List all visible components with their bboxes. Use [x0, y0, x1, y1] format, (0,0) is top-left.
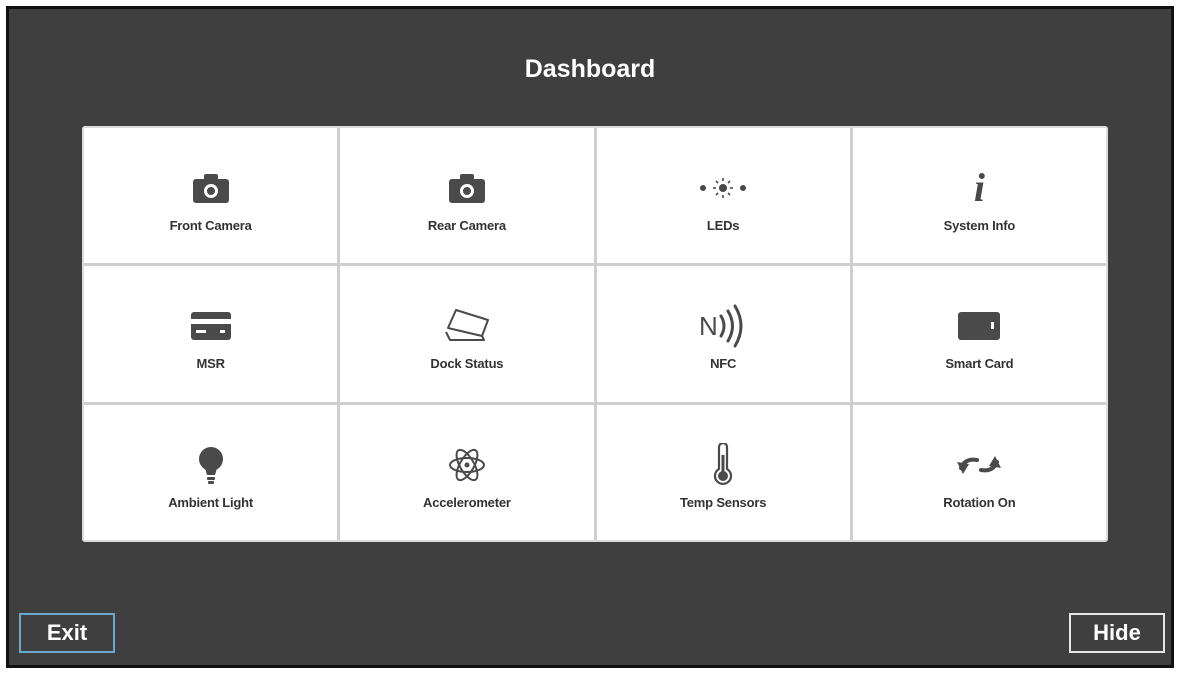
tile-nfc[interactable]: N NFC: [596, 266, 850, 402]
tile-ambient-light[interactable]: Ambient Light: [84, 404, 338, 540]
tile-leds[interactable]: LEDs: [596, 128, 850, 264]
tile-label: NFC: [710, 356, 737, 372]
nfc-icon: N: [697, 304, 749, 348]
smart-card-icon: [956, 306, 1002, 346]
dashboard-window: Dashboard Front Camera Rear Camera LEDs …: [6, 6, 1174, 668]
hide-button[interactable]: Hide: [1069, 613, 1165, 653]
tile-label: Smart Card: [945, 356, 1014, 372]
tile-label: MSR: [196, 356, 225, 372]
tile-label: LEDs: [706, 218, 740, 234]
tile-label: Accelerometer: [423, 494, 511, 510]
tile-label: Rear Camera: [427, 218, 506, 234]
info-icon: i: [973, 165, 985, 211]
led-icon: [697, 168, 749, 208]
tile-dock-status[interactable]: Dock Status: [340, 266, 594, 402]
svg-text:N: N: [699, 311, 718, 341]
tile-system-info[interactable]: i System Info: [852, 128, 1106, 264]
tile-temp-sensors[interactable]: Temp Sensors: [596, 404, 850, 540]
thermometer-icon: [710, 442, 736, 485]
tile-label: Front Camera: [169, 218, 252, 234]
tile-rotation-on[interactable]: Rotation On: [852, 404, 1106, 540]
tile-smart-card[interactable]: Smart Card: [852, 266, 1106, 402]
tile-label: Ambient Light: [168, 494, 254, 510]
tile-label: Rotation On: [943, 494, 1016, 510]
credit-card-icon: [189, 306, 233, 346]
rotation-icon: [955, 445, 1003, 485]
exit-button[interactable]: Exit: [19, 613, 115, 653]
dock-icon: [442, 306, 492, 346]
tile-label: Dock Status: [430, 356, 504, 372]
tile-rear-camera[interactable]: Rear Camera: [340, 128, 594, 264]
tile-front-camera[interactable]: Front Camera: [84, 128, 338, 264]
atom-icon: [447, 445, 487, 485]
tile-label: System Info: [943, 218, 1016, 234]
camera-icon: [447, 168, 487, 208]
tile-label: Temp Sensors: [680, 494, 767, 510]
tile-msr[interactable]: MSR: [84, 266, 338, 402]
tile-grid: Front Camera Rear Camera LEDs i System I…: [82, 126, 1108, 542]
tile-accelerometer[interactable]: Accelerometer: [340, 404, 594, 540]
lightbulb-icon: [196, 445, 226, 485]
page-title: Dashboard: [524, 55, 656, 83]
camera-icon: [191, 168, 231, 208]
